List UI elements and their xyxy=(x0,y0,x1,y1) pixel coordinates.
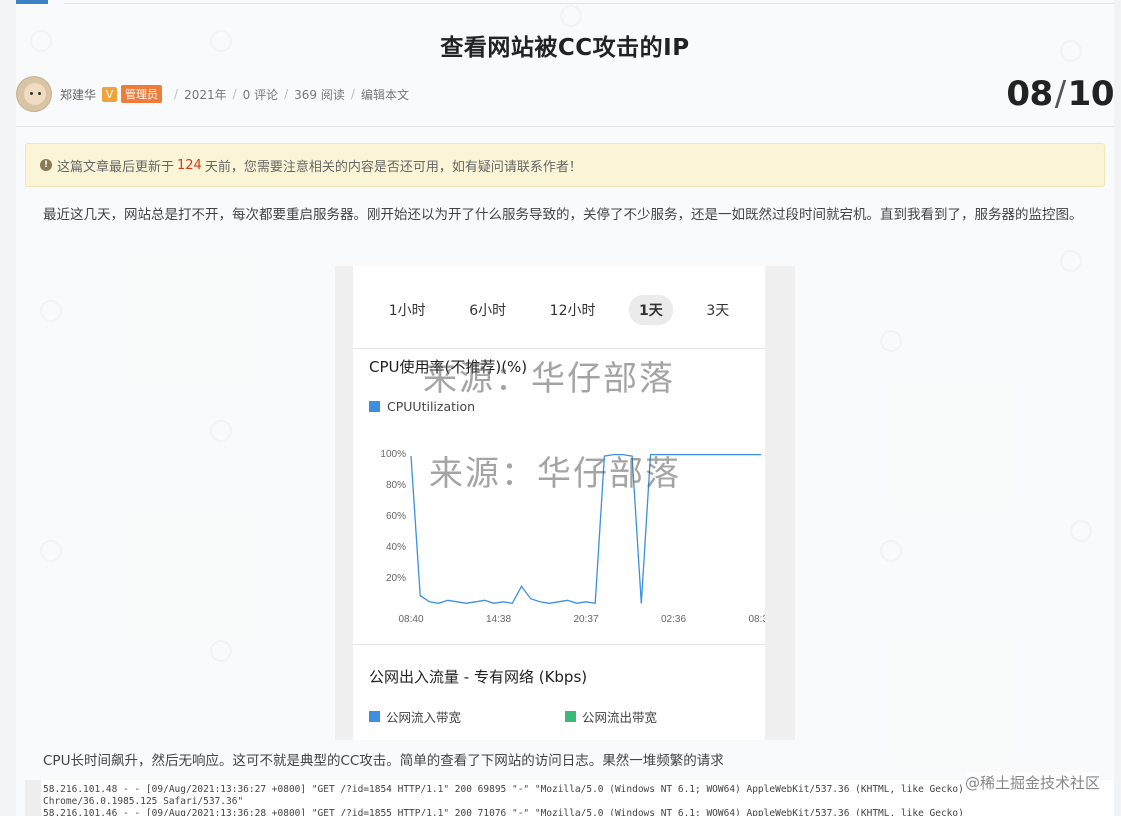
log-line: 58.216.101.48 - - [09/Aug/2021:13:36:27 … xyxy=(43,784,964,795)
x-tick-label: 08:35 xyxy=(748,614,765,625)
notice-days: 124 xyxy=(177,157,202,173)
post-date-month: 10 xyxy=(1067,74,1114,114)
monitor-screenshot: 1小时 6小时 12小时 1天 3天 CPU使用率(不推荐)(%) CPUUti… xyxy=(335,266,795,740)
image-watermark-1: 来源：华仔部落 xyxy=(423,359,675,399)
author-name[interactable]: 郑建华 xyxy=(60,86,96,103)
article-year: 2021年 xyxy=(184,87,227,102)
cpu-legend: CPUUtilization xyxy=(369,399,475,414)
notice-prefix: 这篇文章最后更新于 xyxy=(57,159,175,175)
traffic-chart-title: 公网出入流量 - 专有网络 (Kbps) xyxy=(369,668,588,686)
tab-3d[interactable]: 3天 xyxy=(696,295,739,325)
paragraph-analysis: CPU长时间飙升，然后无响应。这可不就是典型的CC攻击。简单的查看了下网站的访问… xyxy=(43,753,724,769)
x-tick-label: 20:37 xyxy=(573,614,598,625)
time-range-tabs: 1小时 6小时 12小时 1天 3天 xyxy=(353,295,765,325)
comment-count[interactable]: 0 评论 xyxy=(243,86,278,103)
cpu-legend-label: CPUUtilization xyxy=(387,399,476,414)
tab-12h[interactable]: 12小时 xyxy=(540,295,606,325)
tab-1h[interactable]: 1小时 xyxy=(379,295,436,325)
x-tick-label: 02:36 xyxy=(661,614,686,625)
code-gutter xyxy=(25,780,41,816)
access-log-code: 58.216.101.48 - - [09/Aug/2021:13:36:27 … xyxy=(25,780,1114,816)
x-tick-label: 08:40 xyxy=(398,614,423,625)
juejin-watermark: @稀土掘金技术社区 xyxy=(964,772,1100,793)
post-date-day: 08 xyxy=(1006,74,1053,114)
y-tick-label: 60% xyxy=(386,511,406,522)
outdated-notice: ! 这篇文章最后更新于 124 天前，您需要注意相关的内容是否还可用，如有疑问请… xyxy=(25,143,1105,187)
post-date: 08/10 xyxy=(1006,74,1114,114)
traffic-legend: 公网流入带宽 公网流出带宽 xyxy=(369,707,761,726)
article-card: 查看网站被CC攻击的IP 郑建华 V 管理员 / 2021年 / 0 评论 / … xyxy=(16,0,1114,816)
y-tick-label: 20% xyxy=(386,573,406,584)
view-count: 369 阅读 xyxy=(294,87,345,102)
article-meta: 郑建华 V 管理员 / 2021年 / 0 评论 / 369 阅读 / 编辑本文 xyxy=(16,76,409,112)
edit-article-link[interactable]: 编辑本文 xyxy=(361,86,409,103)
paragraph-intro: 最近这几天，网站总是打不开，每次都要重启服务器。刚开始还以为开了什么服务导致的，… xyxy=(43,207,1083,223)
x-tick-label: 14:38 xyxy=(486,614,511,625)
verified-badge: V xyxy=(102,86,118,102)
avatar[interactable] xyxy=(16,76,52,112)
monitor-panel: 1小时 6小时 12小时 1天 3天 CPU使用率(不推荐)(%) CPUUti… xyxy=(353,266,765,740)
image-watermark-2: 来源：华仔部落 xyxy=(429,454,681,494)
meta-divider xyxy=(16,126,1114,127)
y-tick-label: 80% xyxy=(386,480,406,491)
cpu-legend-swatch xyxy=(369,401,380,412)
traffic-legend-in: 公网流入带宽 xyxy=(369,707,565,726)
log-line: Chrome/36.0.1985.125 Safari/537.36" xyxy=(43,796,244,807)
notice-suffix: 天前，您需要注意相关的内容是否还可用，如有疑问请联系作者！ xyxy=(204,159,582,175)
article-title: 查看网站被CC攻击的IP xyxy=(440,35,690,61)
top-divider xyxy=(64,3,1114,4)
tab-1d[interactable]: 1天 xyxy=(629,295,673,325)
y-tick-label: 100% xyxy=(380,449,406,460)
top-accent-bar xyxy=(16,0,48,4)
tab-6h[interactable]: 6小时 xyxy=(459,295,516,325)
admin-badge: 管理员 xyxy=(121,85,163,103)
traffic-legend-out: 公网流出带宽 xyxy=(565,707,761,726)
log-line: 58.216.101.46 - - [09/Aug/2021:13:36:28 … xyxy=(43,808,964,816)
exclamation-icon: ! xyxy=(40,159,52,171)
y-tick-label: 40% xyxy=(386,542,406,553)
